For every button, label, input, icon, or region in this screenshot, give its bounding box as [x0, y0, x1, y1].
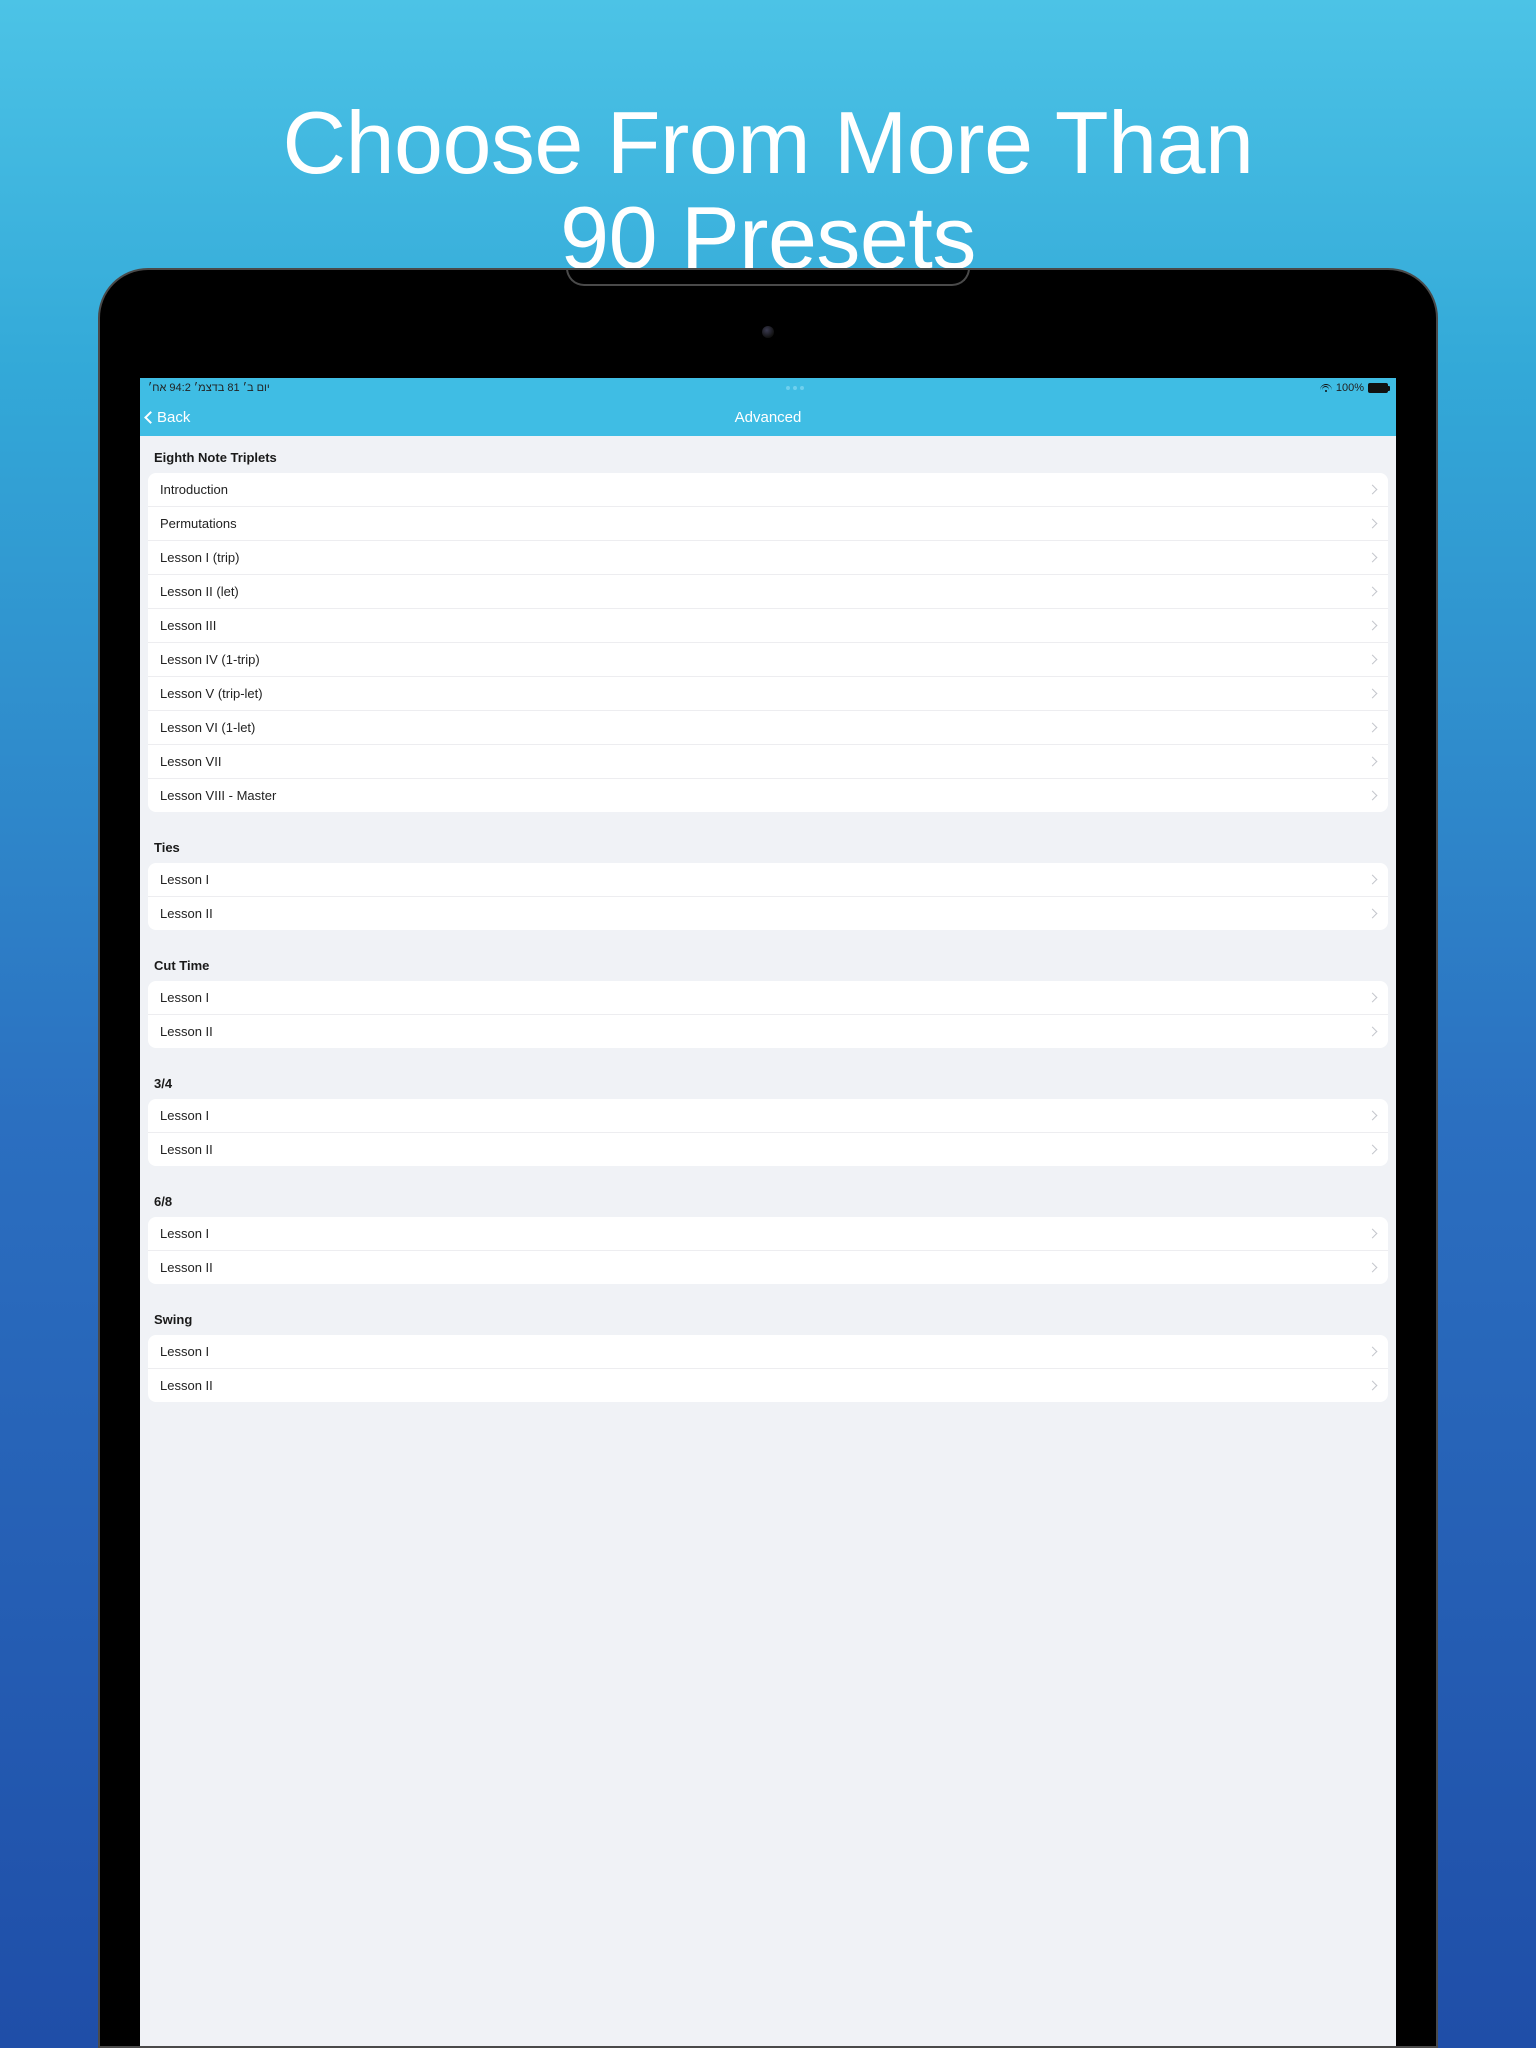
nav-title: Advanced: [735, 409, 802, 426]
page-dots-icon: [786, 386, 804, 390]
chevron-right-icon: [1368, 587, 1378, 597]
list-item[interactable]: Lesson II: [148, 1014, 1388, 1048]
list-item[interactable]: Lesson II (let): [148, 574, 1388, 608]
preset-list[interactable]: Eighth Note Triplets Introduction Permutat…: [140, 436, 1396, 1402]
promo-background: Choose From More Than 90 Presets יום ב׳ …: [0, 0, 1536, 2048]
list-item-label: Lesson I: [160, 1226, 209, 1241]
tablet-frame: יום ב׳ 18 בדצמ׳ 2:49 אח׳ 100% Back Advan…: [98, 268, 1438, 2048]
list-item[interactable]: Lesson V (trip-let): [148, 676, 1388, 710]
list-item-label: Lesson II (let): [160, 584, 239, 599]
chevron-right-icon: [1368, 875, 1378, 885]
list-item[interactable]: Lesson I: [148, 1217, 1388, 1250]
list-item-label: Lesson VI (1-let): [160, 720, 255, 735]
app-screen: יום ב׳ 18 בדצמ׳ 2:49 אח׳ 100% Back Advan…: [140, 378, 1396, 2046]
section-header: Ties: [140, 812, 1396, 863]
list-item[interactable]: Lesson VIII - Master: [148, 778, 1388, 812]
section-header: Eighth Note Triplets: [140, 436, 1396, 473]
section-group: Introduction Permutations Lesson I (trip) L…: [148, 473, 1388, 812]
chevron-right-icon: [1368, 909, 1378, 919]
list-item-label: Lesson I (trip): [160, 550, 239, 565]
list-item[interactable]: Lesson VI (1-let): [148, 710, 1388, 744]
back-label: Back: [157, 409, 190, 426]
list-item-label: Lesson V (trip-let): [160, 686, 263, 701]
chevron-right-icon: [1368, 993, 1378, 1003]
chevron-right-icon: [1368, 621, 1378, 631]
chevron-right-icon: [1368, 791, 1378, 801]
list-item[interactable]: Lesson I: [148, 981, 1388, 1014]
status-right: 100%: [1320, 382, 1388, 394]
list-item[interactable]: Lesson II: [148, 1368, 1388, 1402]
chevron-right-icon: [1368, 689, 1378, 699]
status-time: יום ב׳ 18 בדצמ׳ 2:49 אח׳: [148, 382, 270, 394]
hero-headline: Choose From More Than 90 Presets: [0, 95, 1536, 285]
chevron-right-icon: [1368, 655, 1378, 665]
section-header: Swing: [140, 1284, 1396, 1335]
camera-dot: [762, 326, 774, 338]
section-group: Lesson I Lesson II: [148, 1335, 1388, 1402]
chevron-right-icon: [1368, 553, 1378, 563]
chevron-right-icon: [1368, 1027, 1378, 1037]
chevron-right-icon: [1368, 1111, 1378, 1121]
chevron-right-icon: [1368, 519, 1378, 529]
section-group: Lesson I Lesson II: [148, 1099, 1388, 1166]
list-item-label: Lesson I: [160, 872, 209, 887]
list-item[interactable]: Lesson I (trip): [148, 540, 1388, 574]
list-item-label: Permutations: [160, 516, 237, 531]
section-header: 3/4: [140, 1048, 1396, 1099]
status-bar: יום ב׳ 18 בדצמ׳ 2:49 אח׳ 100%: [140, 378, 1396, 398]
list-item-label: Lesson II: [160, 906, 213, 921]
list-item-label: Lesson I: [160, 1108, 209, 1123]
list-item-label: Lesson III: [160, 618, 216, 633]
list-item-label: Lesson II: [160, 1378, 213, 1393]
chevron-right-icon: [1368, 485, 1378, 495]
list-item-label: Lesson II: [160, 1024, 213, 1039]
chevron-right-icon: [1368, 723, 1378, 733]
list-item-label: Lesson VIII - Master: [160, 788, 276, 803]
list-item-label: Introduction: [160, 482, 228, 497]
section-header: 6/8: [140, 1166, 1396, 1217]
list-item-label: Lesson II: [160, 1260, 213, 1275]
list-item[interactable]: Lesson I: [148, 863, 1388, 896]
list-item-label: Lesson IV (1-trip): [160, 652, 260, 667]
section-header: Cut Time: [140, 930, 1396, 981]
list-item[interactable]: Lesson I: [148, 1099, 1388, 1132]
list-item[interactable]: Permutations: [148, 506, 1388, 540]
chevron-right-icon: [1368, 1381, 1378, 1391]
list-item[interactable]: Lesson IV (1-trip): [148, 642, 1388, 676]
list-item[interactable]: Lesson I: [148, 1335, 1388, 1368]
wifi-icon: [1320, 384, 1332, 393]
list-item[interactable]: Introduction: [148, 473, 1388, 506]
battery-percent: 100%: [1336, 382, 1364, 394]
list-item[interactable]: Lesson VII: [148, 744, 1388, 778]
section-group: Lesson I Lesson II: [148, 863, 1388, 930]
hero-line-1: Choose From More Than: [283, 93, 1254, 192]
chevron-right-icon: [1368, 1145, 1378, 1155]
list-item-label: Lesson I: [160, 1344, 209, 1359]
chevron-right-icon: [1368, 1229, 1378, 1239]
list-item-label: Lesson VII: [160, 754, 221, 769]
list-item-label: Lesson I: [160, 990, 209, 1005]
list-item-label: Lesson II: [160, 1142, 213, 1157]
chevron-right-icon: [1368, 1347, 1378, 1357]
battery-icon: [1368, 383, 1388, 393]
list-item[interactable]: Lesson II: [148, 1250, 1388, 1284]
section-group: Lesson I Lesson II: [148, 1217, 1388, 1284]
back-button[interactable]: Back: [140, 409, 190, 426]
section-group: Lesson I Lesson II: [148, 981, 1388, 1048]
nav-bar: Back Advanced: [140, 398, 1396, 436]
chevron-left-icon: [144, 411, 157, 424]
list-item[interactable]: Lesson II: [148, 896, 1388, 930]
chevron-right-icon: [1368, 1263, 1378, 1273]
chevron-right-icon: [1368, 757, 1378, 767]
list-item[interactable]: Lesson II: [148, 1132, 1388, 1166]
list-item[interactable]: Lesson III: [148, 608, 1388, 642]
